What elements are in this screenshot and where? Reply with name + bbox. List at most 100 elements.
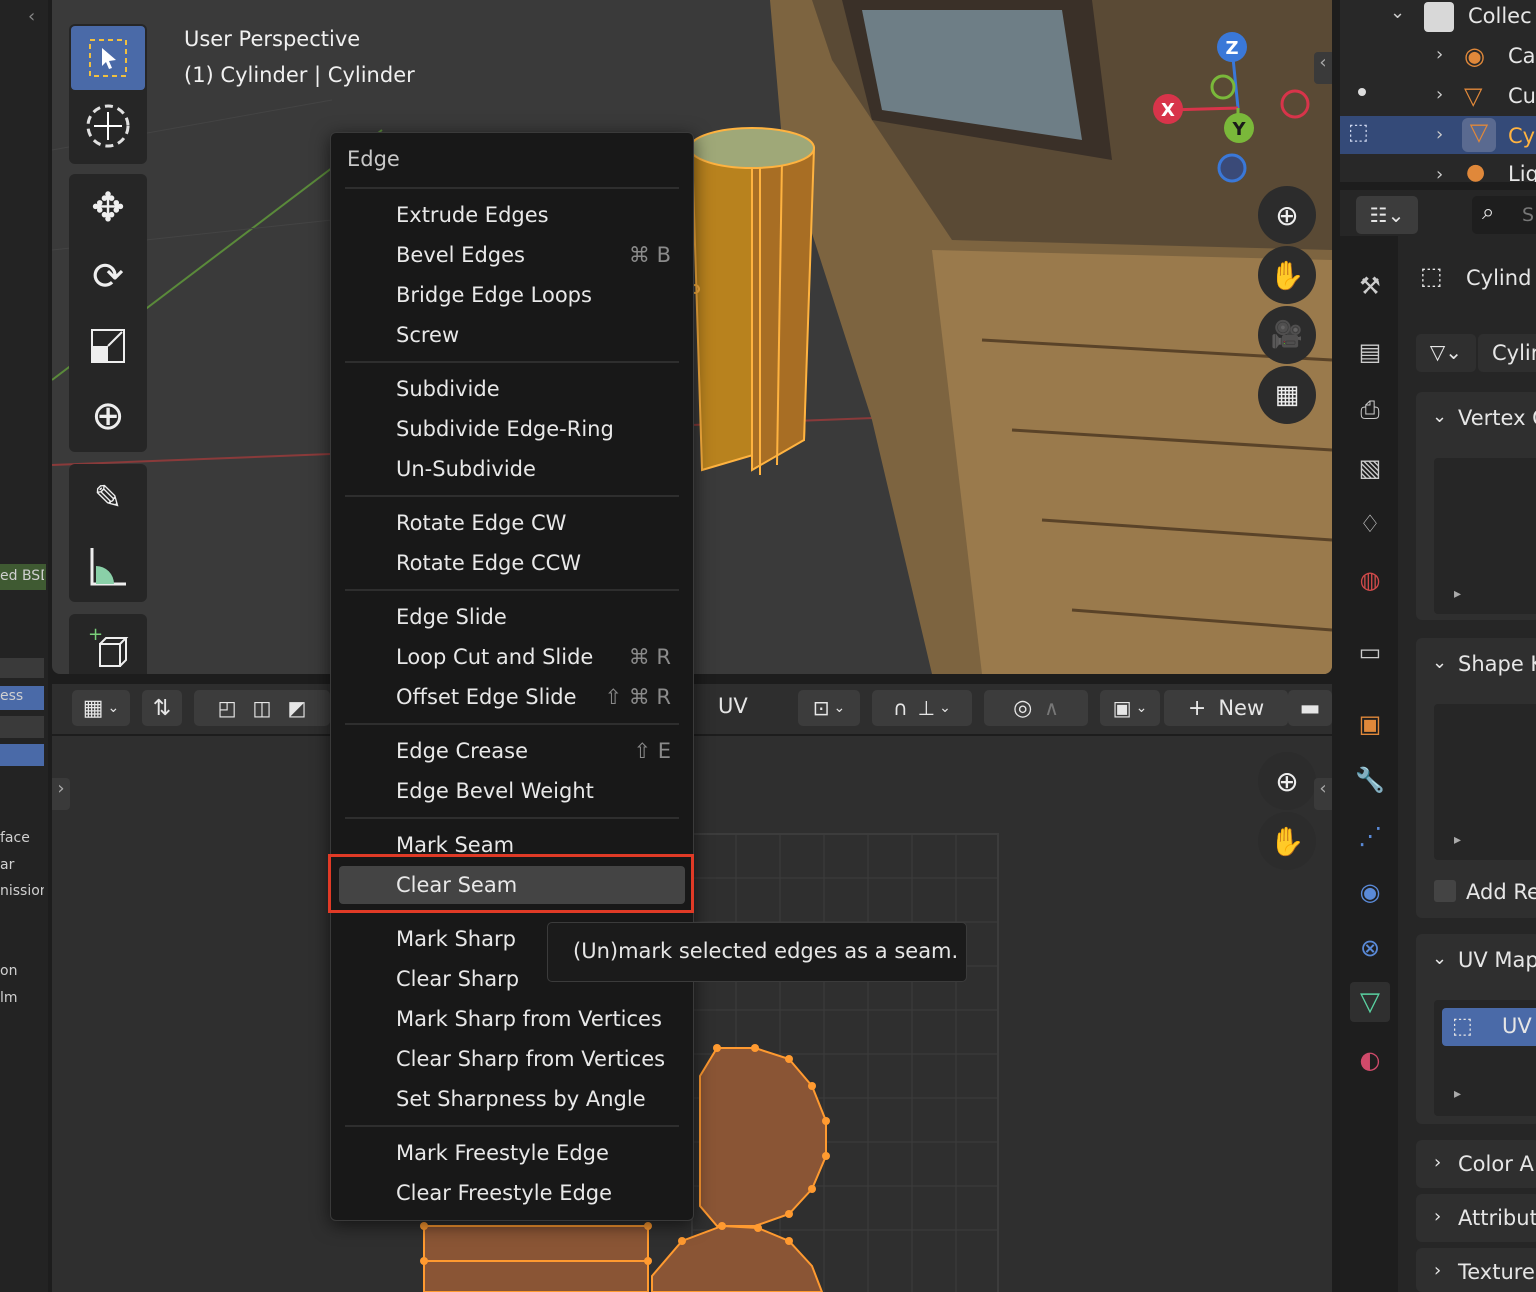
mesh-name-field[interactable]: Cylir [1478, 334, 1536, 372]
list-expand-icon[interactable]: ▸ [1454, 1086, 1461, 1102]
chevron-down-icon[interactable]: ⌄ [1432, 652, 1447, 673]
chevron-down-icon[interactable]: ⌄ [1390, 2, 1405, 23]
chevron-down-icon[interactable]: ⌄ [1432, 948, 1447, 969]
menu-item-screw[interactable]: Screw [339, 316, 685, 354]
zoom-button[interactable]: ⊕ [1258, 186, 1316, 244]
uv-sidebar-toggle-icon[interactable]: ‹ [1314, 778, 1332, 810]
menu-item-edge-bevel-weight[interactable]: Edge Bevel Weight [339, 772, 685, 810]
tab-output[interactable]: ⎙ [1350, 390, 1390, 430]
rotate-tool[interactable]: ⟳ [71, 244, 145, 308]
menu-item-offset-edge-slide[interactable]: Offset Edge Slide ⇧ ⌘ R [339, 678, 685, 716]
uv-map-item[interactable]: ⬚ UV [1442, 1008, 1536, 1046]
select-mode-group[interactable]: ◰ ◫ ◩ [194, 690, 330, 726]
menu-item-rotate-edge-cw[interactable]: Rotate Edge CW [339, 504, 685, 542]
expand-icon[interactable]: › [1436, 124, 1443, 145]
perspective-toggle-button[interactable]: ▦ [1258, 366, 1316, 424]
add-cube-tool[interactable]: + [71, 616, 145, 674]
tab-mesh-data[interactable]: ▽ [1350, 982, 1390, 1022]
left-field-4[interactable] [0, 744, 44, 766]
vertex-groups-list[interactable] [1434, 458, 1536, 614]
uv-pan-button[interactable]: ✋ [1258, 812, 1316, 870]
scale-tool[interactable] [71, 314, 145, 378]
panel-attributes[interactable]: › Attribut [1416, 1194, 1536, 1242]
tab-collection[interactable]: ▭ [1350, 632, 1390, 672]
outliner-row-cube[interactable]: Cu [1508, 84, 1536, 108]
sidebar-toggle-icon[interactable]: ‹ [1314, 52, 1332, 84]
snap-group[interactable]: ∩ ⊥ ⌄ [872, 690, 972, 726]
gizmo-z-label[interactable]: Z [1225, 38, 1238, 59]
menu-item-clear-freestyle-edge[interactable]: Clear Freestyle Edge [339, 1174, 685, 1212]
transform-tool[interactable]: ⊕ [71, 384, 145, 448]
list-expand-icon[interactable]: ▸ [1454, 586, 1461, 602]
collapse-left-icon[interactable]: ‹ [28, 6, 44, 27]
outliner-row-light[interactable]: Lig [1508, 162, 1536, 182]
left-field-1[interactable] [0, 658, 44, 678]
tab-scene[interactable]: ♢ [1350, 504, 1390, 544]
tab-particles[interactable]: ⋰ [1350, 816, 1390, 856]
move-tool[interactable]: ✥ [71, 176, 145, 240]
menu-item-mark-sharp-from-vertices[interactable]: Mark Sharp from Vertices [339, 1000, 685, 1038]
outliner-row-camera[interactable]: Ca [1508, 44, 1536, 68]
cursor-tool[interactable] [71, 94, 145, 158]
tab-tool[interactable]: ⚒ [1350, 266, 1390, 306]
menu-item-mark-freestyle-edge[interactable]: Mark Freestyle Edge [339, 1134, 685, 1172]
pivot-button[interactable]: ⊡ ⌄ [798, 690, 860, 726]
measure-tool[interactable] [71, 534, 145, 598]
menu-item-bridge-edge-loops[interactable]: Bridge Edge Loops [339, 276, 685, 314]
sync-icon: ⇅ [152, 695, 172, 721]
menu-item-set-sharpness-by-angle[interactable]: Set Sharpness by Angle [339, 1080, 685, 1118]
annotate-tool[interactable]: ✎ [71, 466, 145, 530]
sync-selection-button[interactable]: ⇅ [142, 690, 182, 726]
menu-item-edge-crease[interactable]: Edge Crease ⇧ E [339, 732, 685, 770]
uv-menu[interactable]: UV [718, 694, 748, 718]
menu-item-loop-cut-and-slide[interactable]: Loop Cut and Slide ⌘ R [339, 638, 685, 676]
menu-item-subdivide-edge-ring[interactable]: Subdivide Edge-Ring [339, 410, 685, 448]
tab-world[interactable]: ◍ [1350, 560, 1390, 600]
hand-icon: ✋ [1269, 824, 1305, 858]
expand-icon[interactable]: › [1436, 164, 1443, 185]
uv-maps-title[interactable]: UV Map [1458, 948, 1536, 972]
uv-toolbar-toggle-icon[interactable]: › [52, 778, 70, 810]
shape-keys-title[interactable]: Shape K [1458, 652, 1536, 676]
expand-icon[interactable]: › [1436, 44, 1443, 65]
tab-constraints[interactable]: ⊗ [1350, 928, 1390, 968]
select-box-tool[interactable] [71, 26, 145, 90]
vertex-groups-title[interactable]: Vertex G [1458, 406, 1536, 430]
shape-keys-list[interactable] [1434, 704, 1536, 860]
menu-item-bevel-edges[interactable]: Bevel Edges ⌘ B [339, 236, 685, 274]
list-expand-icon[interactable]: ▸ [1454, 832, 1461, 848]
tab-object[interactable]: ▣ [1350, 704, 1390, 744]
menu-item-rotate-edge-ccw[interactable]: Rotate Edge CCW [339, 544, 685, 582]
tab-view-layer[interactable]: ▧ [1350, 448, 1390, 488]
open-image-button[interactable]: ▬ [1288, 690, 1332, 726]
menu-item-edge-slide[interactable]: Edge Slide [339, 598, 685, 636]
menu-item-subdivide[interactable]: Subdivide [339, 370, 685, 408]
outliner-row-cylinder[interactable]: Cy [1508, 124, 1535, 148]
gizmo-y-label[interactable]: Y [1231, 119, 1246, 140]
new-image-button[interactable]: + New [1164, 690, 1288, 726]
tab-material[interactable]: ◐ [1350, 1040, 1390, 1080]
left-field-3[interactable] [0, 716, 44, 738]
tab-render[interactable]: ▤ [1350, 332, 1390, 372]
image-browse-button[interactable]: ▣ ⌄ [1100, 690, 1160, 726]
panel-textures[interactable]: › Texture [1416, 1248, 1536, 1292]
chevron-down-icon[interactable]: ⌄ [1432, 406, 1447, 427]
mesh-browse-button[interactable]: ▽⌄ [1416, 334, 1476, 372]
properties-search[interactable]: ⌕ S [1472, 196, 1536, 234]
editor-type-button[interactable]: ▦ ⌄ [72, 690, 130, 726]
proportional-edit-group[interactable]: ◎ ∧ [984, 690, 1088, 726]
panel-color-attributes[interactable]: › Color A [1416, 1140, 1536, 1188]
collection-name[interactable]: Collec [1468, 4, 1532, 28]
tab-physics[interactable]: ◉ [1350, 872, 1390, 912]
gizmo-x-label[interactable]: X [1161, 100, 1175, 121]
menu-item-clear-sharp-from-vertices[interactable]: Clear Sharp from Vertices [339, 1040, 685, 1078]
menu-item-extrude-edges[interactable]: Extrude Edges [339, 196, 685, 234]
pan-button[interactable]: ✋ [1258, 246, 1316, 304]
add-rest-checkbox[interactable] [1434, 880, 1456, 902]
expand-icon[interactable]: › [1436, 84, 1443, 105]
properties-editor-type-button[interactable]: ☷⌄ [1356, 196, 1418, 234]
tab-modifiers[interactable]: 🔧 [1350, 760, 1390, 800]
camera-view-button[interactable]: 🎥 [1258, 306, 1316, 364]
uv-zoom-button[interactable]: ⊕ [1258, 752, 1316, 810]
menu-item-un-subdivide[interactable]: Un-Subdivide [339, 450, 685, 488]
